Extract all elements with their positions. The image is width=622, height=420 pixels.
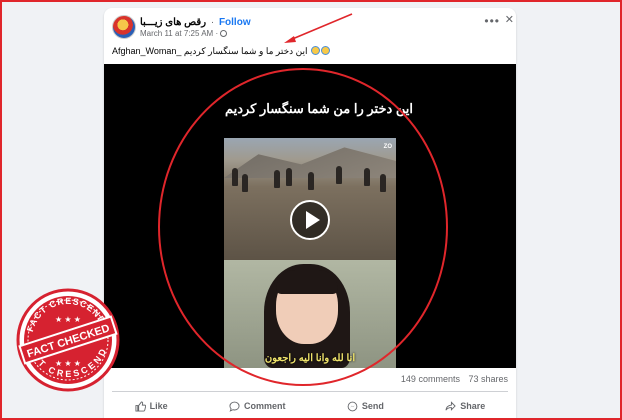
- fearful-emoji-icon: [321, 46, 331, 55]
- divider: [112, 391, 508, 392]
- comment-label: Comment: [244, 401, 286, 411]
- video-player[interactable]: این دختر را من شما سنگسار کردیم ZO انا ل…: [104, 64, 516, 368]
- send-label: Send: [361, 401, 384, 411]
- like-label: Like: [149, 401, 168, 411]
- caption-text: Afghan_Woman_ این دختر ما و شما سنگسار ک…: [112, 46, 308, 56]
- globe-icon: [220, 30, 228, 37]
- page-name[interactable]: رقص های زیـــبا: [140, 17, 206, 28]
- like-button[interactable]: Like: [135, 400, 168, 412]
- video-title: این دختر را من شما سنگسار کردیم: [224, 101, 414, 116]
- comment-button[interactable]: Comment: [229, 401, 286, 412]
- play-icon[interactable]: [290, 200, 330, 240]
- facebook-post: رقص های زیـــبا · Follow March 11 at 7:2…: [104, 8, 516, 420]
- ellipsis-icon[interactable]: •••: [484, 14, 500, 28]
- person-figure: [308, 172, 314, 190]
- annotation-arrow: [284, 13, 353, 43]
- post-caption: Afghan_Woman_ این دختر ما و شما سنگسار ک…: [112, 46, 331, 57]
- share-icon: [445, 400, 457, 411]
- person-figure: [380, 174, 386, 192]
- person-figure: [336, 166, 342, 184]
- comment-icon: [229, 401, 240, 412]
- person-figure: [242, 174, 248, 192]
- video-subtitle: انا لله وانا اليه راجعون: [264, 353, 356, 364]
- share-label: Share: [460, 401, 486, 411]
- person-figure: [286, 168, 292, 186]
- post-stats: 149 comments 73 shares: [395, 374, 508, 384]
- video-scene-woman: انا لله وانا اليه راجعون: [224, 260, 396, 368]
- send-button[interactable]: Send: [347, 401, 384, 412]
- star-icon: ★ ★ ★: [55, 359, 81, 368]
- person-figure: [364, 168, 370, 186]
- shares-count[interactable]: 73 shares: [468, 374, 508, 384]
- fact-checked-stamp: FACT CRESCENDO FACT CRESCENDO FACT CHECK…: [14, 286, 120, 392]
- action-bar: Like Comment Send Share: [104, 394, 516, 418]
- comments-count[interactable]: 149 comments: [401, 374, 460, 384]
- follow-button[interactable]: Follow: [219, 17, 251, 28]
- channel-logo: ZO: [383, 144, 392, 150]
- thumbs-up-icon: [135, 400, 146, 412]
- video-scene-crowd: ZO: [224, 138, 396, 260]
- bangs-shape: [276, 270, 338, 294]
- fearful-emoji-icon: [311, 46, 321, 55]
- person-figure: [232, 168, 238, 186]
- page-avatar[interactable]: [112, 15, 136, 39]
- close-icon[interactable]: ✕: [505, 13, 514, 26]
- separator: ·: [210, 17, 215, 28]
- share-button[interactable]: Share: [445, 400, 486, 412]
- name-line: رقص های زیـــبا · Follow: [140, 17, 251, 28]
- messenger-icon: [347, 401, 358, 411]
- post-timestamp[interactable]: March 11 at 7:25 AM ·: [140, 29, 228, 38]
- star-icon: ★ ★ ★: [55, 315, 81, 324]
- timestamp-text: March 11 at 7:25 AM ·: [140, 29, 219, 38]
- person-figure: [274, 170, 280, 188]
